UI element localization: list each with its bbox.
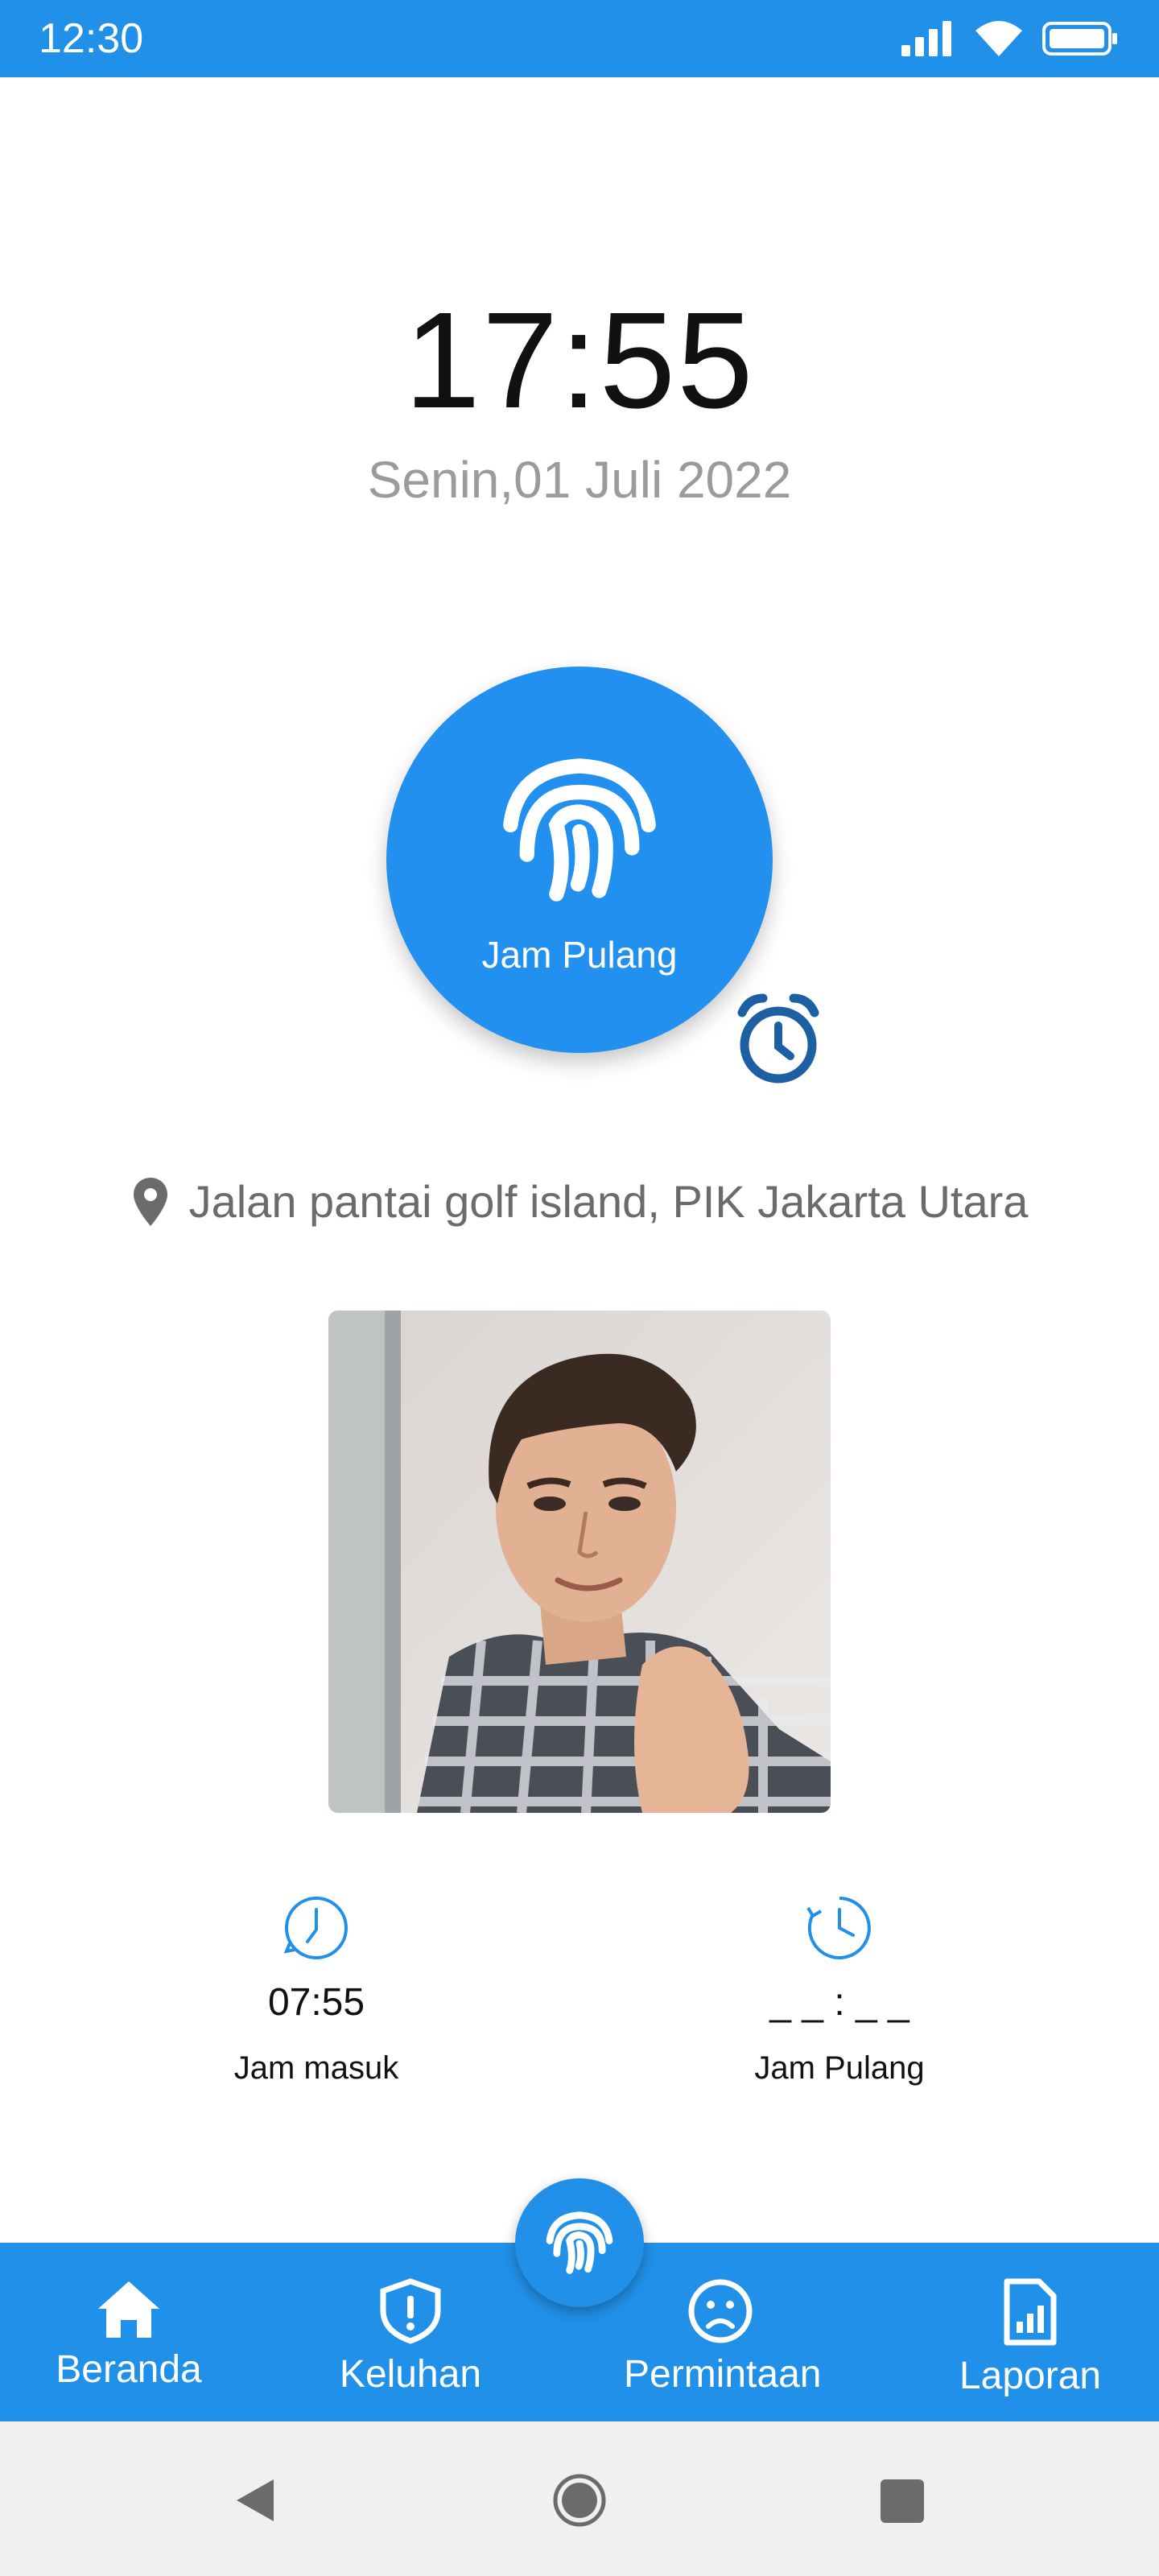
clock-icon <box>283 1897 348 1959</box>
clock-out-label: Jam Pulang <box>754 2050 925 2086</box>
nav-label-beranda: Beranda <box>56 2348 202 2391</box>
location-row: Jalan pantai golf island, PIK Jakarta Ut… <box>0 1174 1159 1230</box>
current-time: 17:55 <box>404 284 755 437</box>
clock-out-button[interactable]: Jam Pulang <box>386 667 773 1053</box>
nav-label-keluhan: Keluhan <box>339 2353 482 2396</box>
sad-face-icon <box>688 2279 753 2343</box>
selfie-photo <box>328 1311 831 1813</box>
fingerprint-icon <box>546 2211 613 2274</box>
signal-icon <box>901 21 951 56</box>
nav-item-beranda[interactable]: Beranda <box>32 2278 225 2393</box>
back-icon[interactable] <box>232 2476 277 2524</box>
nav-item-permintaan[interactable]: Permintaan <box>624 2278 822 2398</box>
recents-icon[interactable] <box>879 2478 926 2524</box>
clock-in-info: 07:55 Jam masuk <box>115 1893 518 2088</box>
fingerprint-icon <box>503 758 656 902</box>
clock-out-time: _ _ : _ _ <box>769 1981 909 2024</box>
shield-alert-icon <box>380 2278 441 2344</box>
nav-item-keluhan[interactable]: Keluhan <box>314 2278 507 2398</box>
nav-label-laporan: Laporan <box>959 2355 1102 2397</box>
home-icon <box>98 2281 159 2338</box>
report-icon <box>1004 2278 1057 2346</box>
center-fingerprint-button[interactable] <box>515 2178 644 2307</box>
nav-item-laporan[interactable]: Laporan <box>934 2278 1127 2400</box>
status-icons <box>900 19 1119 58</box>
clock-in-time: 07:55 <box>267 1981 365 2024</box>
status-time: 12:30 <box>39 15 144 62</box>
clock-history-icon <box>806 1897 871 1959</box>
alarm-clock-icon <box>737 993 819 1084</box>
clock-in-label: Jam masuk <box>233 2050 399 2086</box>
clock-out-button-label: Jam Pulang <box>481 934 678 976</box>
location-pin-icon <box>133 1178 167 1226</box>
clock-out-info: _ _ : _ _ Jam Pulang <box>638 1893 1041 2088</box>
nav-label-permintaan: Permintaan <box>624 2353 822 2396</box>
current-date: Senin,01 Juli 2022 <box>367 451 792 509</box>
battery-icon <box>1042 22 1117 56</box>
wifi-icon <box>975 21 1022 56</box>
location-text: Jalan pantai golf island, PIK Jakarta Ut… <box>188 1176 1029 1227</box>
home-circle-icon[interactable] <box>552 2473 607 2528</box>
